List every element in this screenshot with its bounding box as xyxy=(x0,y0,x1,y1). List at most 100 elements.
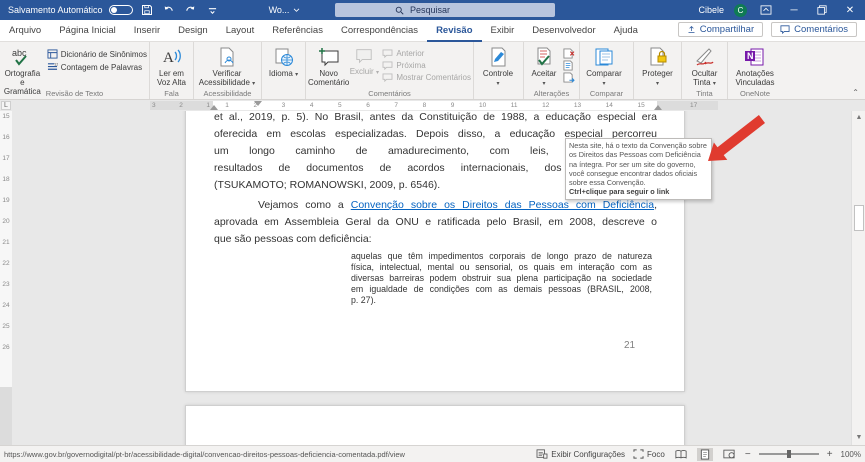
tab-design[interactable]: Design xyxy=(169,20,217,42)
read-aloud-button[interactable]: A Ler em Voz Alta xyxy=(152,44,191,87)
next-comment-button[interactable]: Próxima xyxy=(382,61,471,70)
user-name[interactable]: Cibele xyxy=(698,5,724,15)
scroll-down-icon[interactable]: ▼ xyxy=(854,433,864,443)
autosave-toggle[interactable] xyxy=(108,5,133,15)
reject-change-icon[interactable] xyxy=(562,48,575,59)
zoom-out-button[interactable]: − xyxy=(745,449,751,460)
tab-correspondencias[interactable]: Correspondências xyxy=(332,20,427,42)
ruler-numbers: 1 2 3 4 5 6 7 8 9 10 11 12 13 14 15 xyxy=(225,102,645,109)
title-bar: Salvamento Automático Wo... Pesquisar Ci… xyxy=(0,0,865,20)
document-title[interactable]: Wo... xyxy=(269,5,301,15)
hide-ink-button[interactable]: Ocultar Tinta ▾ xyxy=(684,44,725,89)
vertical-scrollbar[interactable]: ▲ ▼ xyxy=(851,111,865,445)
dropdown-caret: ▾ xyxy=(602,81,606,87)
group-label: Alterações xyxy=(533,89,570,98)
previous-comment-button[interactable]: Anterior xyxy=(382,49,471,58)
minimize-button[interactable]: ─ xyxy=(785,1,803,19)
redo-icon[interactable] xyxy=(183,3,199,17)
save-icon[interactable] xyxy=(139,3,155,17)
qat-overflow-icon[interactable] xyxy=(205,3,221,17)
close-button[interactable]: ✕ xyxy=(841,1,859,19)
document-page-2[interactable] xyxy=(185,405,685,445)
tab-layout[interactable]: Layout xyxy=(217,20,264,42)
dropdown-caret: ▾ xyxy=(375,70,379,76)
group-changes: Aceitar ▾ Alterações xyxy=(524,42,580,99)
spelling-abc-icon: abc xyxy=(12,48,27,66)
status-bar: https://www.gov.br/governodigital/pt-br/… xyxy=(0,445,865,462)
group-label: Tinta xyxy=(696,89,713,98)
compare-button[interactable]: Comparar ▾ xyxy=(582,44,626,89)
comment-icon xyxy=(780,25,790,34)
zoom-slider-thumb[interactable] xyxy=(786,450,791,458)
avatar[interactable]: C xyxy=(734,3,747,17)
tab-referencias[interactable]: Referências xyxy=(263,20,332,42)
right-indent-marker[interactable] xyxy=(654,105,662,110)
restore-button[interactable] xyxy=(813,1,831,19)
next-change-icon[interactable] xyxy=(562,72,575,83)
accept-button[interactable]: Aceitar ▾ xyxy=(526,44,562,89)
svg-text:123: 123 xyxy=(54,63,58,67)
group-comments: Novo Comentário Excluir ▾ Anterior Próxi… xyxy=(306,42,474,99)
comments-button[interactable]: Comentários xyxy=(771,22,857,37)
word-window: Salvamento Automático Wo... Pesquisar Ci… xyxy=(0,0,865,462)
read-mode-icon xyxy=(675,449,687,459)
focus-icon xyxy=(633,449,644,459)
web-layout-button[interactable] xyxy=(721,448,737,461)
tab-pagina-inicial[interactable]: Página Inicial xyxy=(50,20,125,42)
first-line-indent-marker[interactable] xyxy=(254,101,262,106)
tab-ajuda[interactable]: Ajuda xyxy=(605,20,647,42)
word-count-button[interactable]: 123 Contagem de Palavras xyxy=(47,62,147,72)
read-mode-button[interactable] xyxy=(673,448,689,461)
track-changes-button[interactable]: Controle ▾ xyxy=(476,44,520,89)
delete-comment-icon xyxy=(356,49,372,64)
vertical-ruler: 15 16 17 18 19 20 21 22 23 24 25 26 xyxy=(0,111,12,445)
vertical-ruler-numbers: 15 16 17 18 19 20 21 22 23 24 25 26 xyxy=(2,113,10,351)
tab-desenvolvedor[interactable]: Desenvolvedor xyxy=(523,20,604,42)
linked-notes-button[interactable]: N Anotações Vinculadas xyxy=(730,44,780,87)
thesaurus-button[interactable]: Dicionário de Sinônimos xyxy=(47,49,147,59)
compare-icon xyxy=(595,48,613,66)
body-text-line: que são pessoas com deficiência: xyxy=(214,233,372,245)
group-compare: Comparar ▾ Comparar xyxy=(580,42,634,99)
body-text-line: Vejamos como a Convenção sobre os Direit… xyxy=(258,199,657,211)
protect-button[interactable]: Proteger ▾ xyxy=(636,44,679,89)
tab-revisao[interactable]: Revisão xyxy=(427,20,482,42)
tab-selector[interactable]: L xyxy=(1,101,11,110)
ruler-right-number: 17 xyxy=(690,102,698,109)
group-label: Comparar xyxy=(589,89,624,98)
hide-ink-icon xyxy=(695,48,713,66)
undo-icon[interactable] xyxy=(161,3,177,17)
zoom-level[interactable]: 100% xyxy=(841,450,861,459)
focus-button[interactable]: Foco xyxy=(633,449,665,459)
share-button[interactable]: Compartilhar xyxy=(677,22,764,37)
display-settings-button[interactable]: Exibir Configurações xyxy=(536,449,625,459)
tab-inserir[interactable]: Inserir xyxy=(125,20,169,42)
show-comments-icon xyxy=(382,73,393,82)
hyperlink-convencao[interactable]: Convenção sobre os Direitos das Pessoas … xyxy=(351,199,654,211)
zoom-slider[interactable] xyxy=(758,450,819,458)
tab-exibir[interactable]: Exibir xyxy=(482,20,524,42)
scroll-up-icon[interactable]: ▲ xyxy=(854,113,864,123)
quote-line: p. 27). xyxy=(351,295,376,305)
search-input[interactable]: Pesquisar xyxy=(335,3,555,17)
language-button[interactable]: Idioma ▾ xyxy=(264,44,303,80)
dropdown-caret: ▾ xyxy=(496,81,500,87)
body-text-line: aprovada em Assembleia Geral da ONU e ra… xyxy=(214,216,657,228)
word-count-icon: 123 xyxy=(47,63,58,70)
delete-comment-button[interactable]: Excluir ▾ xyxy=(349,44,379,78)
previous-change-icon[interactable] xyxy=(562,60,575,71)
check-accessibility-button[interactable]: Verificar Acessibilidade ▾ xyxy=(196,44,258,89)
tab-arquivo[interactable]: Arquivo xyxy=(0,20,50,42)
svg-text:A: A xyxy=(163,50,174,66)
show-comments-button[interactable]: Mostrar Comentários xyxy=(382,73,471,82)
share-icon xyxy=(688,25,695,33)
scrollbar-thumb[interactable] xyxy=(854,205,864,231)
hanging-indent-marker[interactable] xyxy=(210,105,218,110)
print-layout-button[interactable] xyxy=(696,447,713,461)
dropdown-caret: ▾ xyxy=(252,81,256,87)
display-settings-icon xyxy=(536,449,548,459)
zoom-in-button[interactable]: + xyxy=(827,449,833,460)
ribbon-display-options-icon[interactable] xyxy=(757,1,775,19)
new-comment-button[interactable]: Novo Comentário xyxy=(308,44,349,87)
collapse-ribbon-icon[interactable]: ⌃ xyxy=(852,88,859,97)
